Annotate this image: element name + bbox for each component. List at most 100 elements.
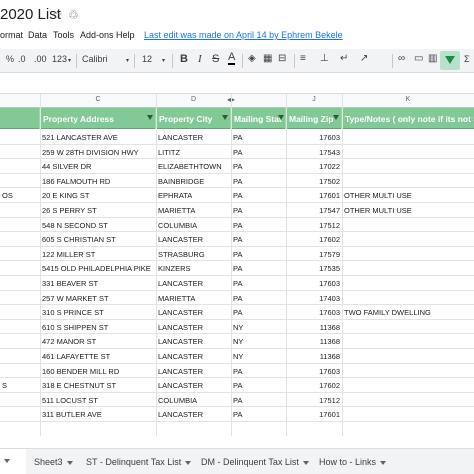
cell-type-notes[interactable] bbox=[342, 247, 474, 262]
cell-property-city[interactable]: Marietta bbox=[156, 203, 231, 218]
cell-mailing-state[interactable]: PA bbox=[231, 305, 286, 320]
cell-type-notes[interactable] bbox=[342, 393, 474, 408]
cell-type-notes[interactable] bbox=[342, 232, 474, 247]
cell-property-city[interactable]: Kinzers bbox=[156, 261, 231, 276]
filter-icon[interactable] bbox=[440, 51, 460, 70]
column-letter-k[interactable]: K bbox=[342, 96, 474, 103]
cell-property-city[interactable]: Lititz bbox=[156, 145, 231, 160]
cell-property-city[interactable]: Lancaster bbox=[156, 378, 231, 393]
cell-property-address[interactable]: 122 MILLER ST bbox=[40, 247, 156, 262]
cell-mailing-zip[interactable]: 17603 bbox=[286, 130, 342, 145]
cell-property-city[interactable]: Marietta bbox=[156, 291, 231, 306]
cell-mailing-zip[interactable]: 11368 bbox=[286, 334, 342, 349]
cell-property-city[interactable]: Lancaster bbox=[156, 364, 231, 379]
cell-type-notes[interactable] bbox=[342, 291, 474, 306]
filter-dropdown-icon[interactable] bbox=[278, 115, 284, 120]
horizontal-align-icon[interactable]: ≡ bbox=[300, 53, 306, 64]
cell-property-address[interactable]: 310 S PRINCE ST bbox=[40, 305, 156, 320]
text-rotate-icon[interactable]: ↗ bbox=[360, 53, 368, 64]
cell-mailing-state[interactable]: PA bbox=[231, 291, 286, 306]
cell-type-notes[interactable] bbox=[342, 364, 474, 379]
cell-property-city[interactable]: Lancaster bbox=[156, 232, 231, 247]
cell-row-edge[interactable] bbox=[0, 159, 40, 174]
cell-property-address[interactable]: 318 E CHESTNUT ST bbox=[40, 378, 156, 393]
menu-format[interactable]: ormat bbox=[0, 30, 23, 40]
cell-property-city[interactable]: Lancaster bbox=[156, 320, 231, 335]
cell-type-notes[interactable] bbox=[342, 407, 474, 422]
cell-mailing-state[interactable]: PA bbox=[231, 261, 286, 276]
cell-type-notes[interactable]: OTHER MULTI USE bbox=[342, 188, 474, 203]
cell-property-address[interactable]: 20 E KING ST bbox=[40, 188, 156, 203]
sheet-tab-how-to-links[interactable]: How to - Links bbox=[319, 449, 387, 474]
cell-row-edge[interactable] bbox=[0, 130, 40, 145]
cell-row-edge[interactable] bbox=[0, 203, 40, 218]
font-size-select[interactable]: 12 bbox=[142, 54, 152, 64]
decrease-decimal-button[interactable]: .0 bbox=[18, 54, 26, 64]
cell-row-edge[interactable]: S bbox=[0, 378, 40, 393]
cell-row-edge[interactable] bbox=[0, 364, 40, 379]
cell-property-city[interactable]: Lancaster bbox=[156, 305, 231, 320]
header-property-address[interactable]: Property Address bbox=[40, 108, 156, 129]
filter-dropdown-icon[interactable] bbox=[333, 115, 339, 120]
cell-mailing-state[interactable]: PA bbox=[231, 378, 286, 393]
cell-property-address[interactable]: 186 FALMOUTH RD bbox=[40, 174, 156, 189]
font-family-select[interactable]: Calibri bbox=[82, 54, 108, 64]
cell-property-address[interactable]: 257 W MARKET ST bbox=[40, 291, 156, 306]
cell-row-edge[interactable] bbox=[0, 305, 40, 320]
percent-format-button[interactable]: % bbox=[6, 54, 14, 64]
star-icon[interactable]: ☆ bbox=[52, 8, 63, 22]
merge-cells-icon[interactable]: ⊟ bbox=[278, 53, 286, 64]
cell-row-edge[interactable] bbox=[0, 276, 40, 291]
sheet-tab-dm-delinquent[interactable]: DM - Delinquent Tax List bbox=[201, 449, 309, 474]
cell-mailing-zip[interactable]: 17603 bbox=[286, 305, 342, 320]
cell-property-address[interactable]: 311 BUTLER AVE bbox=[40, 407, 156, 422]
text-wrap-icon[interactable]: ↵ bbox=[340, 53, 348, 64]
cell-property-city[interactable]: Lancaster bbox=[156, 130, 231, 145]
cell-type-notes[interactable] bbox=[342, 261, 474, 276]
borders-icon[interactable]: ▦ bbox=[263, 53, 272, 64]
menu-addons[interactable]: Add-ons bbox=[80, 30, 114, 40]
chevron-down-icon[interactable]: ▾ bbox=[68, 57, 71, 64]
cell-mailing-state[interactable]: PA bbox=[231, 159, 286, 174]
column-letter-j[interactable]: J bbox=[286, 96, 342, 103]
cell-property-city[interactable]: Lancaster bbox=[156, 349, 231, 364]
cell-mailing-zip[interactable]: 17403 bbox=[286, 291, 342, 306]
cell-row-edge[interactable] bbox=[0, 349, 40, 364]
cell-type-notes[interactable] bbox=[342, 159, 474, 174]
sheet-tab-sheet3[interactable]: Sheet3 bbox=[34, 449, 73, 474]
menu-data[interactable]: Data bbox=[28, 30, 47, 40]
fill-color-icon[interactable]: ◈ bbox=[248, 53, 256, 64]
cell-property-city[interactable]: STRASBURG bbox=[156, 247, 231, 262]
cell-mailing-state[interactable]: PA bbox=[231, 247, 286, 262]
cell-property-city[interactable]: Ephrata bbox=[156, 188, 231, 203]
cell-property-city[interactable]: Lancaster bbox=[156, 407, 231, 422]
chevron-down-icon[interactable] bbox=[66, 460, 73, 465]
filter-dropdown-icon[interactable] bbox=[147, 115, 153, 120]
cell-row-edge[interactable] bbox=[0, 232, 40, 247]
cell-property-city[interactable]: BAINBRIDGE bbox=[156, 174, 231, 189]
cell-mailing-state[interactable]: NY bbox=[231, 320, 286, 335]
cell-property-address[interactable]: 5415 OLD PHILADELPHIA PIKE bbox=[40, 261, 156, 276]
cell-property-address[interactable]: 26 S PERRY ST bbox=[40, 203, 156, 218]
cell-row-edge[interactable] bbox=[0, 247, 40, 262]
cell-mailing-state[interactable]: PA bbox=[231, 188, 286, 203]
cell-property-city[interactable]: COLUMBIA bbox=[156, 393, 231, 408]
cell-row-edge[interactable] bbox=[0, 145, 40, 160]
cell-row-edge[interactable] bbox=[0, 407, 40, 422]
cell-type-notes[interactable] bbox=[342, 145, 474, 160]
cell-property-address[interactable]: 44 SILVER DR bbox=[40, 159, 156, 174]
text-color-button[interactable]: A bbox=[228, 52, 236, 65]
cell-mailing-state[interactable]: PA bbox=[231, 232, 286, 247]
cell-row-edge[interactable] bbox=[0, 291, 40, 306]
cell-mailing-zip[interactable]: 17512 bbox=[286, 393, 342, 408]
increase-decimal-button[interactable]: .00 bbox=[34, 54, 47, 64]
filter-dropdown-icon[interactable] bbox=[222, 115, 228, 120]
cell-mailing-state[interactable]: PA bbox=[231, 130, 286, 145]
cell-row-edge[interactable] bbox=[0, 320, 40, 335]
cell-mailing-zip[interactable]: 17603 bbox=[286, 364, 342, 379]
cell-property-city[interactable]: Lancaster bbox=[156, 334, 231, 349]
cell-row-edge[interactable] bbox=[0, 393, 40, 408]
cell-row-edge[interactable] bbox=[0, 261, 40, 276]
cell-mailing-zip[interactable]: 17547 bbox=[286, 203, 342, 218]
cell-property-city[interactable]: COLUMBIA bbox=[156, 218, 231, 233]
